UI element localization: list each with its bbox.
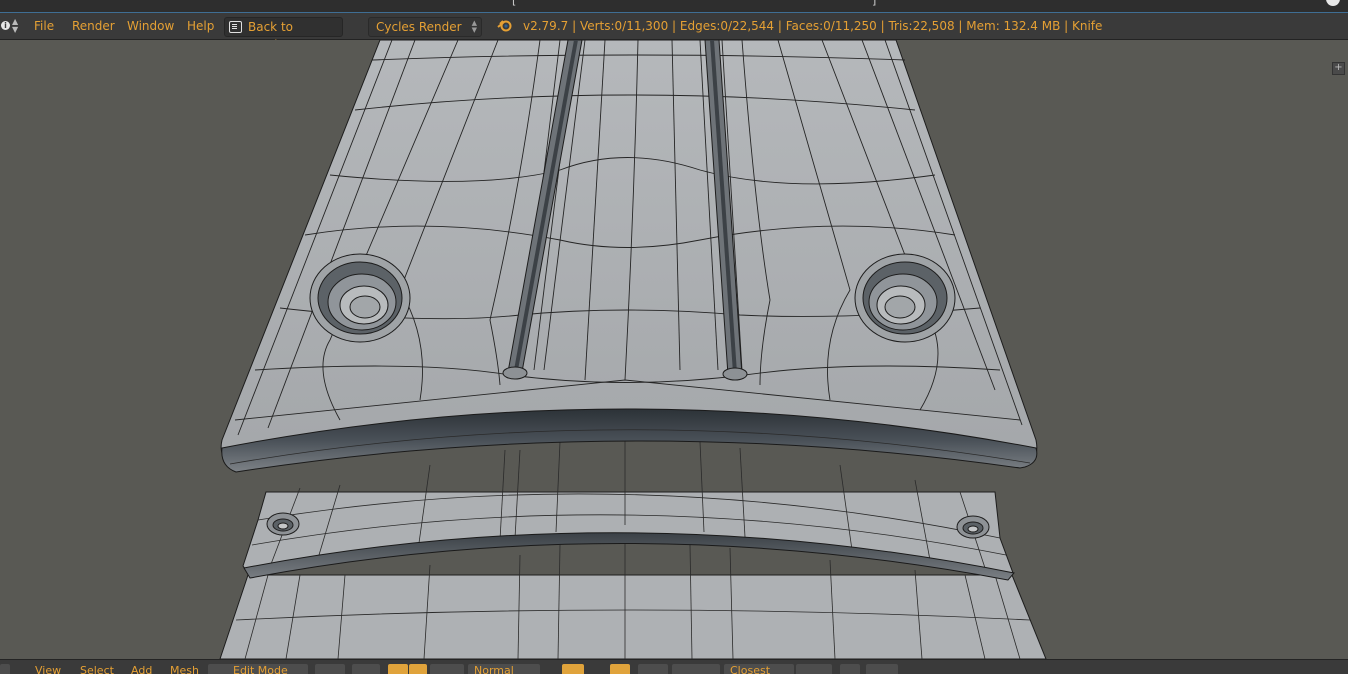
updown-arrows-icon: ▲ ▼ (471, 19, 477, 34)
menu-window[interactable]: Window (127, 13, 174, 39)
mesh-wireframe (219, 40, 1047, 659)
back-icon (229, 21, 242, 33)
menu-render[interactable]: Render (72, 13, 115, 39)
footer-menu-mesh[interactable]: Mesh (170, 660, 199, 674)
scene-stats: v2.79.7 | Verts:0/11,300 | Edges:0/22,54… (523, 19, 1103, 33)
render-engine-label: Cycles Render (376, 20, 462, 34)
snap-target-label: Closest (730, 664, 771, 674)
back-to-previous-button[interactable]: Back to Previous (224, 17, 343, 52)
window-title-strip: [ ] (0, 0, 1348, 13)
mode-label: Edit Mode (233, 664, 288, 674)
3d-viewport[interactable]: + (0, 40, 1348, 659)
footer-menu-add[interactable]: Add (131, 660, 152, 674)
title-bracket-left: [ (512, 0, 517, 7)
editor-type-selector[interactable]: i ▲ ▼ (0, 13, 22, 39)
hole-right (854, 253, 956, 343)
menu-file[interactable]: File (34, 13, 54, 39)
3d-view-header: View Select Add Mesh Edit Mode Normal Cl… (0, 659, 1348, 674)
screw-hole-left (266, 512, 300, 536)
window-control-icon[interactable] (1326, 0, 1340, 6)
plus-icon[interactable]: + (1332, 62, 1345, 75)
info-icon: i (1, 21, 10, 30)
hole-left (309, 253, 411, 343)
title-bracket-right: ] (872, 0, 877, 7)
info-header: i ▲▼ File Render Window Help Back to Pre… (0, 13, 1348, 52)
orientation-label: Normal (474, 664, 514, 674)
render-engine-select[interactable]: Cycles Render ▲ ▼ (368, 17, 482, 37)
footer-menu-select[interactable]: Select (80, 660, 114, 674)
screw-hole-right (956, 515, 990, 539)
footer-menu-view[interactable]: View (35, 660, 61, 674)
blender-logo-icon (497, 20, 512, 32)
updown-arrows-icon: ▲ ▼ (12, 17, 19, 34)
menu-help[interactable]: Help (187, 13, 214, 39)
